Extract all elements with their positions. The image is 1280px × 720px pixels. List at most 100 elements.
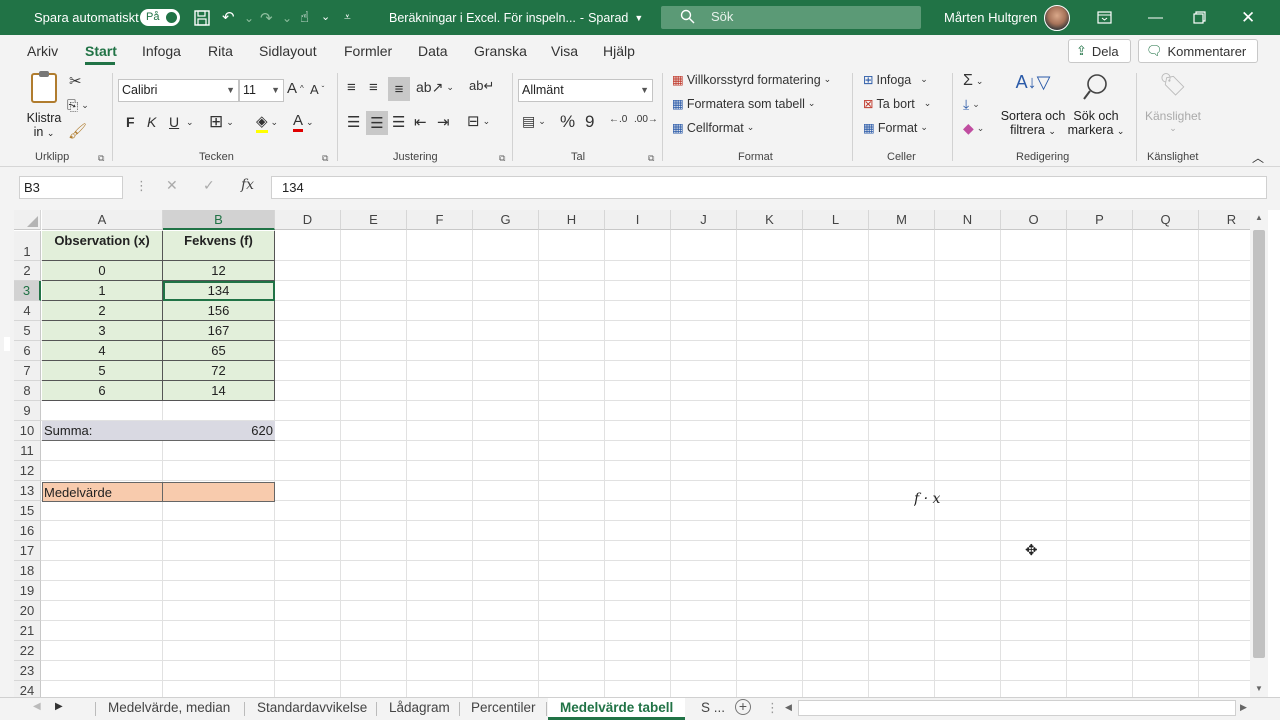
tab-rita[interactable]: Rita [208, 35, 233, 67]
autosave-toggle[interactable]: På [140, 9, 180, 26]
row-header[interactable]: 18 [14, 561, 41, 581]
fill-color-icon[interactable]: ◈ ⌄ [256, 112, 278, 133]
row-header[interactable]: 9 [14, 401, 41, 421]
avatar[interactable] [1044, 5, 1070, 31]
undo-icon[interactable]: ↶ [222, 0, 235, 35]
wrap-text-icon[interactable]: ab↵ [469, 78, 494, 94]
select-all-corner[interactable] [14, 210, 41, 230]
insert-cells-button[interactable]: ⊞ Infoga ⌄ [863, 72, 928, 88]
save-icon[interactable] [193, 0, 211, 35]
number-format-select[interactable]: Allmänt ▼ [518, 79, 653, 102]
font-size-select[interactable]: 11 ▼ [239, 79, 284, 102]
comma-style-icon[interactable]: 9 [585, 112, 594, 132]
observation-cell[interactable]: 3 [42, 321, 163, 341]
row-header[interactable]: 16 [14, 521, 41, 541]
underline-button[interactable]: U [169, 114, 179, 130]
column-header[interactable]: E [341, 210, 407, 230]
column-header[interactable]: P [1067, 210, 1133, 230]
tab-granska[interactable]: Granska [474, 35, 527, 67]
column-header[interactable]: D [275, 210, 341, 230]
tab-formler[interactable]: Formler [344, 35, 392, 67]
clipboard-launcher-icon[interactable]: ⧉ [98, 153, 104, 164]
bold-button[interactable]: F [126, 114, 135, 130]
column-header[interactable]: I [605, 210, 671, 230]
row-header[interactable]: 7 [14, 361, 41, 381]
find-select-button[interactable]: Sök och markera ⌄ [1066, 72, 1126, 137]
increase-indent-icon[interactable]: ⇥ [437, 113, 450, 131]
align-right-icon[interactable]: ☰ [392, 113, 405, 131]
touch-mode-icon[interactable]: ☝ [300, 0, 309, 35]
row-header[interactable]: 23 [14, 661, 41, 681]
sheet-tab-ladagram[interactable]: Lådagram [389, 698, 450, 720]
row-header[interactable]: 6 [14, 341, 41, 361]
row-header[interactable]: 20 [14, 601, 41, 621]
decrease-decimal-icon[interactable]: .00→ [634, 114, 658, 125]
align-top-icon[interactable]: ≡ [347, 79, 356, 96]
observation-cell[interactable]: 2 [42, 301, 163, 321]
undo-dropdown-icon[interactable]: ⌄ [244, 0, 254, 35]
column-header[interactable]: Q [1133, 210, 1199, 230]
format-painter-icon[interactable]: 🖌 [68, 122, 87, 140]
column-header[interactable]: N [935, 210, 1001, 230]
collapse-ribbon-icon[interactable]: ︿ [1252, 149, 1264, 166]
tab-sidlayout[interactable]: Sidlayout [259, 35, 317, 67]
conditional-formatting-button[interactable]: ▦ Villkorsstyrd formatering ⌄ [672, 72, 831, 88]
column-header[interactable]: M [869, 210, 935, 230]
hscroll-right-icon[interactable]: ▶ [1240, 702, 1247, 713]
tab-arkiv[interactable]: Arkiv [27, 35, 58, 67]
column-header[interactable]: B [163, 210, 275, 230]
share-button[interactable]: ⇪ Dela [1068, 39, 1131, 63]
row-header[interactable]: 3 [14, 281, 41, 301]
shrink-font-icon[interactable]: Aˇ [310, 82, 324, 97]
active-cell[interactable]: 134 [163, 281, 275, 301]
font-color-icon[interactable]: A ⌄ [293, 112, 314, 132]
frequency-cell[interactable]: 65 [163, 341, 275, 361]
column-header[interactable]: O [1001, 210, 1067, 230]
delete-cells-button[interactable]: ⊠ Ta bort ⌄ [863, 96, 931, 112]
restore-icon[interactable] [1193, 0, 1206, 35]
align-left-icon[interactable]: ☰ [347, 113, 360, 131]
alignment-launcher-icon[interactable]: ⧉ [499, 153, 505, 164]
fill-icon[interactable]: ⤓ ⌄ [963, 96, 980, 113]
accounting-format-icon[interactable]: ▤ ⌄ [522, 113, 546, 130]
column-header[interactable]: F [407, 210, 473, 230]
row-header[interactable]: 10 [14, 421, 41, 441]
observation-cell[interactable]: 0 [42, 261, 163, 281]
frequency-cell[interactable]: 14 [163, 381, 275, 401]
row-header[interactable]: 8 [14, 381, 41, 401]
decrease-indent-icon[interactable]: ⇤ [414, 113, 427, 131]
formula-input[interactable]: 134 [271, 176, 1267, 199]
format-cells-button[interactable]: ▦ Format ⌄ [863, 120, 928, 136]
horizontal-scrollbar[interactable] [798, 700, 1236, 716]
tab-hjalp[interactable]: Hjälp [603, 35, 635, 67]
sheet-tab-medelvarde-tabell[interactable]: Medelvärde tabell [548, 698, 686, 720]
underline-dropdown-icon[interactable]: ⌄ [186, 117, 194, 128]
vertical-scroll-thumb[interactable] [1253, 230, 1265, 658]
tab-data[interactable]: Data [418, 35, 448, 67]
column-header[interactable]: A [42, 210, 163, 230]
row-header[interactable]: 2 [14, 261, 41, 281]
sum-row[interactable]: Summa: 620 [42, 421, 275, 441]
row-header[interactable]: 15 [14, 501, 41, 521]
ribbon-display-icon[interactable] [1097, 0, 1112, 35]
header-observation[interactable]: Observation (x) [42, 231, 163, 261]
hscroll-left-icon[interactable]: ◀ [785, 702, 792, 713]
frequency-cell[interactable]: 156 [163, 301, 275, 321]
user-name[interactable]: Mårten Hultgren [944, 0, 1037, 35]
tab-infoga[interactable]: Infoga [142, 35, 181, 67]
scroll-up-icon[interactable]: ▲ [1255, 213, 1263, 222]
sheet-tab-percentiler[interactable]: Percentiler [471, 698, 536, 720]
increase-decimal-icon[interactable]: ←.0 [609, 114, 627, 125]
clear-icon[interactable]: ◆ ⌄ [963, 120, 984, 137]
close-icon[interactable]: ✕ [1241, 0, 1255, 35]
observation-cell[interactable]: 6 [42, 381, 163, 401]
percent-icon[interactable]: % [560, 112, 575, 132]
touch-dropdown-icon[interactable]: ⌄ [321, 0, 330, 35]
align-middle-icon[interactable]: ≡ [369, 79, 378, 96]
search-box[interactable]: Sök [661, 6, 921, 29]
minimize-icon[interactable]: — [1148, 0, 1163, 35]
comments-button[interactable]: 🗨 Kommentarer [1138, 39, 1258, 63]
row-header[interactable]: 1 [14, 231, 41, 261]
frequency-cell[interactable]: 167 [163, 321, 275, 341]
name-box[interactable]: B3 [19, 176, 123, 199]
